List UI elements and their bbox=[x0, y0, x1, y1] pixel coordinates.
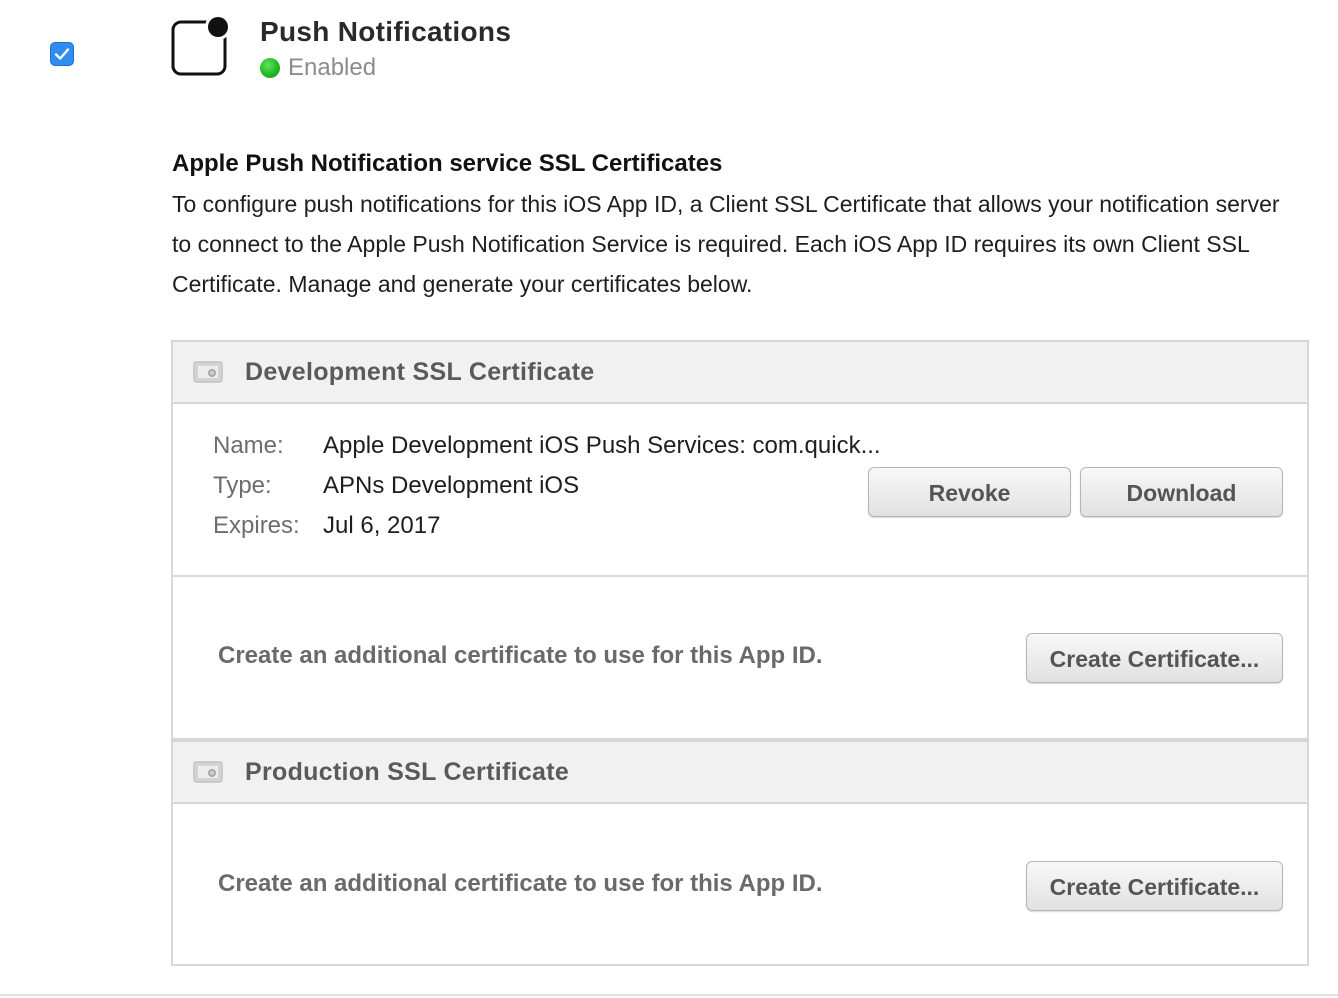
service-title: Push Notifications bbox=[260, 16, 512, 47]
enable-push-checkbox[interactable] bbox=[50, 42, 74, 66]
create-development-certificate-button[interactable]: Create Certificate... bbox=[1026, 633, 1283, 683]
checkmark-icon bbox=[54, 48, 70, 60]
download-button[interactable]: Download bbox=[1080, 467, 1283, 517]
certificate-icon bbox=[193, 761, 223, 783]
section-heading: Apple Push Notification service SSL Cert… bbox=[172, 150, 723, 177]
production-header: Production SSL Certificate bbox=[173, 738, 1307, 804]
push-notification-icon bbox=[171, 15, 231, 76]
expires-value: Jul 6, 2017 bbox=[323, 512, 441, 539]
status-text: Enabled bbox=[288, 54, 377, 81]
development-cert-details: Name: Apple Development iOS Push Service… bbox=[213, 426, 881, 546]
revoke-button[interactable]: Revoke bbox=[868, 467, 1071, 517]
push-notifications-page: Push Notifications Enabled Apple Push No… bbox=[0, 0, 1338, 998]
name-label: Name: bbox=[213, 432, 284, 459]
detail-row-name: Name: Apple Development iOS Push Service… bbox=[213, 426, 881, 466]
type-label: Type: bbox=[213, 472, 272, 499]
expires-label: Expires: bbox=[213, 512, 300, 539]
detail-row-type: Type: APNs Development iOS bbox=[213, 466, 881, 506]
create-production-certificate-button[interactable]: Create Certificate... bbox=[1026, 861, 1283, 911]
bottom-divider bbox=[0, 994, 1338, 996]
certificate-panel: Development SSL Certificate Name: Apple … bbox=[171, 340, 1309, 966]
detail-row-expires: Expires: Jul 6, 2017 bbox=[213, 506, 881, 546]
production-create-text: Create an additional certificate to use … bbox=[218, 870, 823, 897]
development-header: Development SSL Certificate bbox=[173, 342, 1307, 404]
service-status: Enabled bbox=[260, 54, 376, 82]
certificate-icon bbox=[193, 361, 223, 383]
type-value: APNs Development iOS bbox=[323, 472, 580, 499]
production-header-title: Production SSL Certificate bbox=[245, 757, 570, 786]
divider bbox=[173, 575, 1307, 577]
status-indicator-icon bbox=[260, 58, 280, 78]
name-value: Apple Development iOS Push Services: com… bbox=[323, 432, 881, 459]
development-header-title: Development SSL Certificate bbox=[245, 357, 595, 386]
development-create-text: Create an additional certificate to use … bbox=[218, 642, 823, 669]
section-description: To configure push notifications for this… bbox=[172, 191, 1280, 297]
